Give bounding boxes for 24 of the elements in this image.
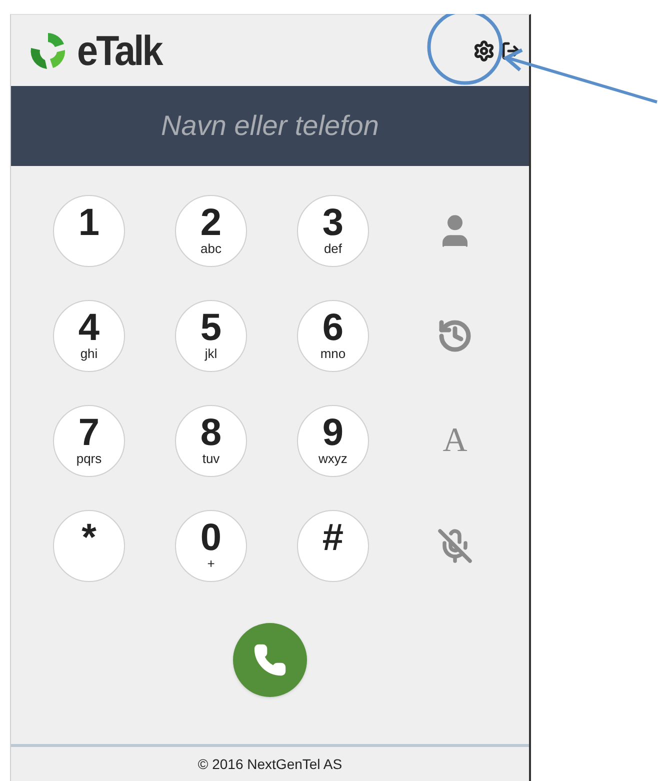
dial-key[interactable]: 3 def: [297, 194, 369, 266]
logout-button[interactable]: [501, 40, 521, 60]
dial-key[interactable]: *: [53, 510, 125, 582]
dial-key[interactable]: 5 jkl: [175, 300, 247, 372]
dial-key[interactable]: #: [297, 510, 369, 582]
dial-key[interactable]: 8 tuv: [175, 404, 247, 476]
dial-key[interactable]: 1: [53, 194, 125, 266]
muted-microphone-icon: [437, 528, 473, 564]
dial-key[interactable]: 7 pqrs: [53, 404, 125, 476]
history-button[interactable]: [437, 318, 473, 354]
dial-key[interactable]: 4 ghi: [53, 300, 125, 372]
dial-key[interactable]: 6 mno: [297, 300, 369, 372]
dial-key[interactable]: 9 wxyz: [297, 404, 369, 476]
search-field[interactable]: Navn eller telefon: [11, 86, 529, 166]
copyright-text: © 2016 NextGenTel AS: [198, 754, 342, 774]
app-logo-text: eTalk: [77, 30, 162, 72]
dial-key[interactable]: 0 +: [175, 510, 247, 582]
settings-icon: [473, 40, 495, 62]
history-icon: [437, 318, 473, 354]
settings-button[interactable]: [473, 40, 495, 62]
logout-icon: [501, 40, 521, 60]
mute-button[interactable]: [437, 528, 473, 564]
dial-key[interactable]: 2 abc: [175, 194, 247, 266]
phone-icon: [253, 643, 287, 677]
